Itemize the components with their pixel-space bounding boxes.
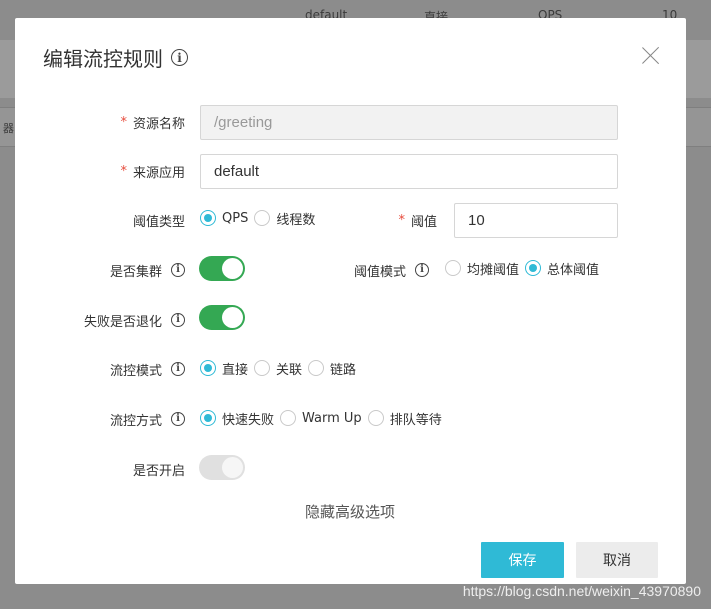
switch-knob (222, 258, 243, 279)
threshold-input[interactable] (454, 203, 618, 238)
required-marker: * (120, 163, 127, 179)
source-app-label: * 来源应用 (75, 161, 185, 181)
info-circle-icon[interactable]: i (171, 313, 185, 327)
radio-label: 关联 (276, 362, 303, 378)
switch-knob (222, 457, 243, 478)
radio-label: 均摊阈值 (467, 262, 520, 278)
radio-queue-wait[interactable]: 排队等待 (367, 409, 442, 428)
info-circle-icon[interactable]: i (415, 263, 429, 277)
radio-unchecked-icon (308, 360, 325, 376)
radio-label: 链路 (330, 362, 357, 378)
radio-direct[interactable]: 直接 (200, 359, 248, 378)
source-app-input[interactable] (200, 154, 618, 189)
radio-label: 排队等待 (389, 412, 442, 428)
flow-mode-label: 流控模式 i (75, 359, 185, 379)
switch-knob (222, 307, 243, 328)
radio-label: 快速失败 (222, 412, 275, 428)
radio-unchecked-icon (280, 410, 297, 426)
save-button[interactable]: 保存 (481, 542, 564, 578)
fallback-switch[interactable] (199, 305, 245, 330)
radio-qps[interactable]: QPS (200, 210, 248, 226)
threshold-label-text: 阈值 (410, 214, 437, 230)
close-icon[interactable] (642, 46, 660, 64)
radio-unchecked-icon (445, 260, 461, 276)
resource-name-input[interactable] (200, 105, 618, 140)
radio-chain[interactable]: 链路 (308, 359, 356, 378)
cluster-switch[interactable] (199, 256, 245, 281)
edit-flow-rule-dialog: 编辑流控规则 i * 资源名称 * 来源应用 阈值类型 QPS 线程数 * 阈值… (15, 18, 686, 584)
threshold-type-radio-group: QPS 线程数 (200, 208, 321, 228)
flow-mode-label-text: 流控模式 (109, 363, 162, 379)
flow-effect-radio-group: 快速失败 Warm Up 排队等待 (200, 408, 448, 428)
enabled-label-text: 是否开启 (132, 463, 185, 479)
required-marker: * (120, 114, 127, 130)
threshold-label: * 阈值 (355, 210, 437, 230)
radio-unchecked-icon (254, 360, 271, 376)
radio-unchecked-icon (254, 210, 271, 226)
dialog-title-text: 编辑流控规则 (43, 47, 163, 71)
enabled-label: 是否开启 (75, 459, 185, 479)
fallback-label-text: 失败是否退化 (83, 314, 162, 330)
radio-label: QPS (222, 210, 249, 226)
fallback-label: 失败是否退化 i (55, 310, 185, 330)
radio-fast-fail[interactable]: 快速失败 (200, 409, 274, 428)
flow-effect-label: 流控方式 i (75, 409, 185, 429)
radio-unchecked-icon (367, 410, 384, 426)
flow-effect-label-text: 流控方式 (109, 413, 162, 429)
resource-name-label-text: 资源名称 (132, 116, 185, 132)
cluster-label-text: 是否集群 (109, 264, 162, 280)
threshold-mode-label-text: 阈值模式 (353, 264, 406, 280)
radio-thread-count[interactable]: 线程数 (254, 209, 315, 228)
threshold-mode-radio-group: 均摊阈值 总体阈值 (445, 258, 605, 278)
radio-checked-icon (525, 260, 542, 276)
resource-name-label: * 资源名称 (75, 112, 185, 132)
watermark-text: https://blog.csdn.net/weixin_43970890 (462, 583, 701, 599)
background-text: 器 (3, 122, 14, 135)
radio-average-threshold[interactable]: 均摊阈值 (445, 259, 519, 278)
radio-warm-up[interactable]: Warm Up (280, 410, 362, 426)
dialog-title: 编辑流控规则 i (43, 43, 188, 72)
radio-label: Warm Up (302, 410, 362, 426)
radio-checked-icon (200, 360, 216, 376)
info-circle-icon[interactable]: i (171, 362, 185, 376)
threshold-type-label-text: 阈值类型 (132, 214, 185, 230)
radio-label: 线程数 (276, 212, 316, 228)
info-circle-icon[interactable]: i (171, 412, 185, 426)
radio-checked-icon (200, 210, 216, 226)
info-circle-icon[interactable]: i (171, 263, 185, 277)
info-circle-icon[interactable]: i (171, 49, 188, 66)
cancel-button[interactable]: 取消 (576, 542, 658, 578)
threshold-type-label: 阈值类型 (75, 210, 185, 230)
threshold-mode-label: 阈值模式 i (315, 260, 429, 280)
source-app-label-text: 来源应用 (132, 165, 185, 181)
radio-label: 直接 (222, 362, 249, 378)
radio-related[interactable]: 关联 (254, 359, 302, 378)
radio-label: 总体阈值 (547, 262, 600, 278)
cluster-label: 是否集群 i (75, 260, 185, 280)
flow-mode-radio-group: 直接 关联 链路 (200, 358, 362, 378)
required-marker: * (398, 212, 405, 228)
radio-checked-icon (200, 410, 216, 426)
radio-total-threshold[interactable]: 总体阈值 (525, 259, 599, 278)
enabled-switch[interactable] (199, 455, 245, 480)
hide-advanced-options-link[interactable]: 隐藏高级选项 (305, 501, 395, 522)
